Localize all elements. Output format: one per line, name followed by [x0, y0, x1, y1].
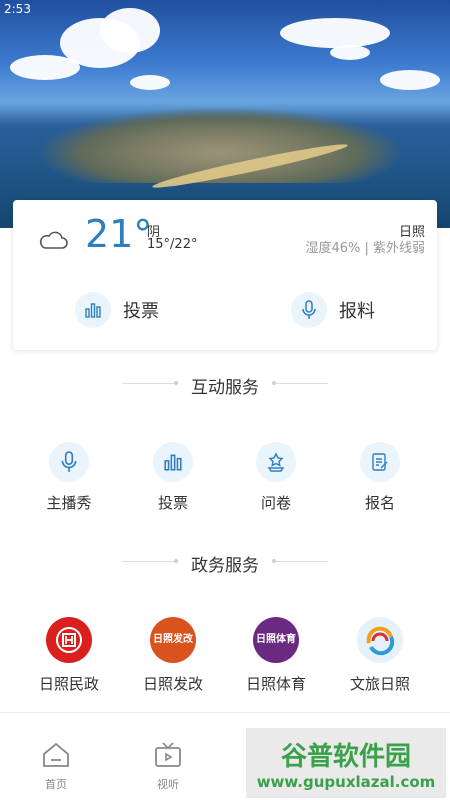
civil-affairs-label: 日照民政: [38, 675, 99, 693]
vote-label: 投票: [157, 494, 188, 512]
bar-chart-icon: [153, 442, 193, 482]
sports-logo: 日照体育: [253, 617, 299, 663]
bar-chart-icon: [75, 292, 111, 328]
culture-tourism-item[interactable]: 文旅日照: [328, 617, 432, 694]
vote-label: 投票: [123, 301, 159, 322]
weather-detail: 湿度46% | 紫外线弱: [305, 241, 425, 256]
microphone-icon: [49, 442, 89, 482]
survey-item[interactable]: 问卷: [224, 442, 328, 513]
temperature: 21°: [85, 212, 153, 256]
development-reform-label: 日照发改: [142, 675, 203, 693]
anchor-show-label: 主播秀: [46, 494, 92, 512]
home-icon: [43, 742, 69, 767]
status-time: 2:53: [4, 2, 31, 16]
culture-tourism-label: 文旅日照: [349, 675, 410, 693]
nav-av[interactable]: 视听: [138, 742, 198, 792]
sports-item[interactable]: 日照体育 日照体育: [224, 617, 328, 694]
microphone-icon: [291, 292, 327, 328]
watermark-title: 谷普软件园: [280, 741, 411, 772]
tv-icon: [155, 742, 181, 767]
vote-item[interactable]: 投票: [121, 442, 225, 513]
development-reform-item[interactable]: 日照发改 日照发改: [121, 617, 225, 694]
watermark-url: www.gupuxlazal.com: [256, 772, 436, 791]
nav-home-label: 首页: [45, 778, 67, 791]
anchor-show-item[interactable]: 主播秀: [17, 442, 121, 513]
form-icon: [360, 442, 400, 482]
nav-home[interactable]: 首页: [26, 742, 86, 792]
signup-label: 报名: [364, 494, 395, 512]
cloud-icon: [39, 231, 68, 249]
weather-card: 21° 阴 15°/22° 日照 湿度46% | 紫外线弱 投票 报料: [13, 200, 437, 350]
survey-label: 问卷: [260, 494, 291, 512]
trophy-icon: [256, 442, 296, 482]
signup-item[interactable]: 报名: [328, 442, 432, 513]
vote-action[interactable]: 投票: [75, 292, 159, 328]
nav-av-label: 视听: [157, 778, 179, 791]
hero-banner[interactable]: 2:53: [0, 0, 450, 228]
temperature-range: 15°/22°: [147, 237, 198, 252]
civil-affairs-item[interactable]: 日照民政: [17, 617, 121, 694]
report-label: 报料: [339, 301, 375, 322]
sports-label: 日照体育: [245, 675, 306, 693]
development-reform-logo: 日照发改: [150, 617, 196, 663]
civil-affairs-logo: [46, 617, 92, 663]
report-action[interactable]: 报料: [291, 292, 375, 328]
culture-tourism-logo: [357, 617, 403, 663]
interactive-services-title: 互动服务: [191, 378, 259, 398]
gov-services-title: 政务服务: [191, 556, 259, 576]
watermark: 谷普软件园 www.gupuxlazal.com: [246, 728, 446, 798]
